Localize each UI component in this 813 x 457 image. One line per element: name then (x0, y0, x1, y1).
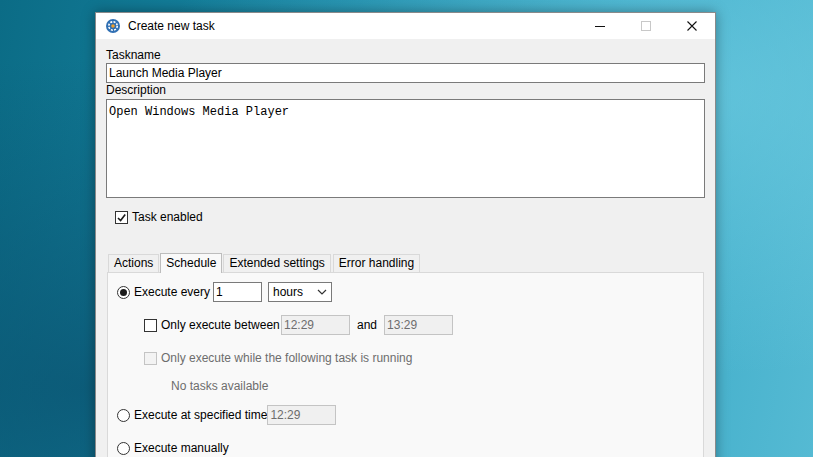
description-label: Description (106, 83, 705, 98)
tab[interactable]: Schedule (160, 253, 222, 273)
app-icon (105, 18, 121, 34)
unit-value: hours (273, 283, 303, 301)
close-icon (687, 21, 697, 31)
dialog-window: Create new task TasknameLaunch Media Play… (95, 12, 716, 457)
to-time-input: 13:29 (384, 315, 453, 335)
execute-every-label[interactable]: Execute every (134, 283, 213, 301)
tab[interactable]: Extended settings (223, 254, 330, 272)
manually-radio[interactable] (117, 442, 130, 455)
specified-time-input: 12:29 (267, 405, 336, 425)
only-while-row: Only execute while the following task is… (144, 348, 694, 368)
maximize-button (623, 13, 669, 39)
manually-label[interactable]: Execute manually (134, 439, 229, 457)
tab[interactable]: Error handling (333, 254, 420, 272)
tab[interactable]: Actions (108, 254, 159, 272)
description-input[interactable]: Open Windows Media Player (106, 99, 705, 198)
manually-row: Execute manually (117, 438, 694, 457)
title-bar: Create new task (96, 13, 715, 39)
taskname-input[interactable]: Launch Media Player (106, 63, 705, 83)
taskname-label: Taskname (106, 48, 705, 63)
no-tasks-note: No tasks available (171, 379, 694, 394)
close-button[interactable] (669, 13, 715, 39)
only-while-label: Only execute while the following task is… (161, 349, 412, 367)
schedule-panel: Execute every1hoursOnly execute between1… (107, 272, 704, 457)
and-label: and (357, 316, 377, 334)
dialog-body: TasknameLaunch Media PlayerDescriptionOp… (96, 39, 715, 457)
maximize-icon (641, 21, 651, 31)
only-between-checkbox[interactable] (144, 319, 157, 332)
window-title: Create new task (128, 18, 577, 34)
minimize-icon (595, 21, 605, 31)
tab-strip: ActionsScheduleExtended settingsError ha… (108, 252, 705, 272)
chevron-down-icon (317, 289, 327, 295)
execute-every-radio[interactable] (117, 286, 130, 299)
specified-time-row: Execute at specified time12:29 (117, 405, 694, 425)
tick-icon (117, 213, 126, 222)
task-enabled-label[interactable]: Task enabled (132, 208, 203, 226)
specified-time-radio[interactable] (117, 409, 130, 422)
only-between-label[interactable]: Only execute between (161, 316, 281, 334)
task-enabled-checkbox[interactable] (115, 211, 128, 224)
task-enabled-row: Task enabled (115, 208, 705, 226)
unit-dropdown[interactable]: hours (268, 282, 332, 302)
from-time-input: 12:29 (281, 315, 350, 335)
interval-input[interactable]: 1 (213, 282, 262, 302)
only-while-checkbox (144, 352, 157, 365)
minimize-button[interactable] (577, 13, 623, 39)
execute-every-row: Execute every1 hours (117, 282, 694, 302)
only-between-row: Only execute between12:29 and 13:29 (144, 315, 694, 335)
specified-time-label[interactable]: Execute at specified time (134, 406, 267, 424)
